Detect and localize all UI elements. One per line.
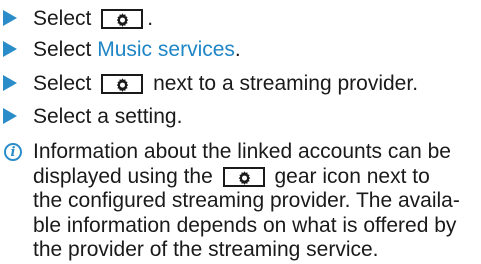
step-arrow-icon [3,75,17,91]
gear-icon [222,166,265,187]
note-line-4: ble information depends on what is offer… [33,213,457,237]
note-line-2-before: displayed using the [33,164,213,188]
note-line-1: Information about the linked accounts ca… [33,140,451,163]
gear-icon [101,74,144,94]
note-line-3: the configured streaming provider. The a… [33,189,460,213]
note-line-2-after: gear icon next to [274,164,430,188]
music-services-link[interactable]: Music services [97,38,235,61]
note-line-5: the provider of the streaming service. [33,238,379,262]
gear-icon [101,9,144,29]
step-4-text: Select a setting. [33,105,183,128]
step-1-text-before: Select [33,7,92,30]
step-3-text-before: Select [33,72,92,95]
note-line-2: displayed using the gear icon next to [33,165,473,190]
step-3-text-after: next to a streaming provider. [153,72,419,95]
info-note: Information about the linked accounts ca… [33,140,473,263]
step-arrow-icon [3,108,17,124]
step-arrow-icon [3,41,17,57]
step-2-text-before: Select [33,38,92,61]
step-1-text-after: . [147,7,154,30]
step-arrow-icon [3,10,17,26]
info-icon: i [4,143,22,161]
step-2-text-after: . [234,38,241,61]
instruction-page: Select . Select Music services. Select n… [0,0,481,264]
